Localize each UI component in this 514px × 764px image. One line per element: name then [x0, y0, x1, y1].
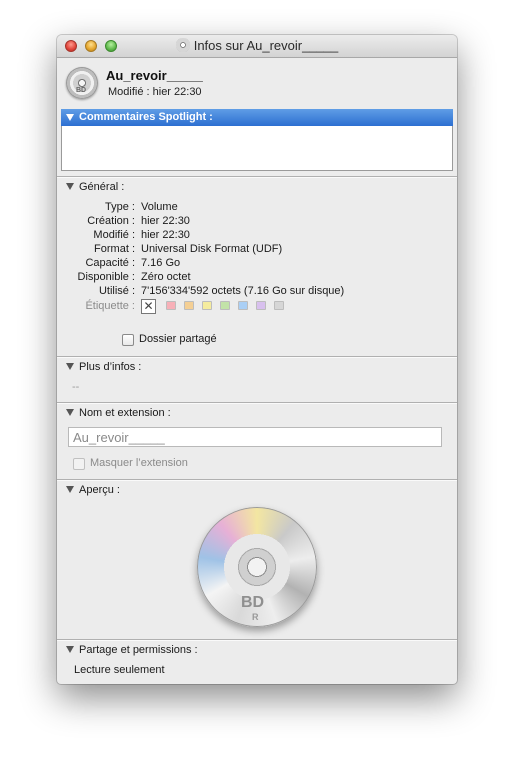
label-color-purple[interactable]	[256, 301, 266, 310]
shared-folder-label: Dossier partagé	[139, 333, 217, 345]
hide-extension-checkbox[interactable]	[73, 458, 85, 470]
label-color-key: Étiquette :	[85, 300, 135, 312]
disc-preview-label: BD	[241, 594, 265, 611]
info-row-type: Type : Volume	[57, 201, 457, 215]
disc-title-icon	[175, 38, 190, 52]
info-value: Universal Disk Format (UDF)	[141, 243, 283, 255]
disclosure-triangle-icon	[66, 486, 74, 493]
info-value: 7.16 Go	[141, 257, 181, 269]
preview-section-label: Aperçu :	[79, 484, 120, 496]
no-label-x-icon[interactable]: ✕	[141, 299, 156, 314]
label-color-yellow[interactable]	[202, 301, 212, 310]
title-bar[interactable]: Infos sur Au_revoir_____	[57, 35, 457, 58]
spotlight-section-label: Commentaires Spotlight :	[79, 111, 213, 123]
label-color-row: Étiquette : ✕	[57, 299, 457, 314]
name-input[interactable]: Au_revoir_____	[68, 427, 442, 447]
info-value: hier 22:30	[141, 215, 190, 227]
window-title-wrap: Infos sur Au_revoir_____	[57, 38, 457, 53]
general-section-label: Général :	[79, 181, 125, 193]
disc-icon-badge: BD	[76, 87, 87, 94]
info-key: Création :	[87, 215, 135, 227]
info-value: Volume	[141, 201, 178, 213]
info-row-capacity: Capacité : 7.16 Go	[57, 257, 457, 271]
shared-folder-checkbox[interactable]	[122, 334, 134, 346]
section-divider	[57, 639, 457, 641]
info-key: Type :	[105, 201, 135, 213]
more-info-section-header[interactable]: Plus d’infos :	[57, 359, 457, 376]
label-color-gray[interactable]	[274, 301, 284, 310]
label-color-blue[interactable]	[238, 301, 248, 310]
disc-preview-sub: R	[252, 612, 259, 622]
spotlight-comments-field[interactable]	[61, 126, 453, 171]
info-key: Capacité :	[85, 257, 135, 269]
bd-disc-icon	[66, 67, 98, 99]
disclosure-triangle-icon	[66, 183, 74, 190]
window-title: Infos sur Au_revoir_____	[193, 38, 339, 53]
preview-section-header[interactable]: Aperçu :	[57, 482, 457, 499]
sharing-section-label: Partage et permissions :	[79, 644, 198, 656]
info-key: Modifié :	[93, 229, 135, 241]
disclosure-triangle-icon	[66, 409, 74, 416]
name-ext-section-label: Nom et extension :	[79, 407, 171, 419]
section-divider	[57, 402, 457, 404]
disclosure-triangle-icon	[66, 363, 74, 370]
hide-extension-label: Masquer l’extension	[90, 457, 188, 469]
section-divider	[57, 356, 457, 358]
more-info-section-label: Plus d’infos :	[79, 361, 142, 373]
sharing-permission-value: Lecture seulement	[74, 664, 165, 676]
general-section-header[interactable]: Général :	[57, 179, 457, 196]
info-key: Disponible :	[77, 271, 135, 283]
file-header: BD Au_revoir_____ Modifié : hier 22:30	[57, 58, 457, 106]
info-value: hier 22:30	[141, 229, 190, 241]
label-color-green[interactable]	[220, 301, 230, 310]
info-value: Zéro octet	[141, 271, 191, 283]
modified-date: Modifié : hier 22:30	[108, 86, 202, 98]
info-row-available: Disponible : Zéro octet	[57, 271, 457, 285]
info-row-created: Création : hier 22:30	[57, 215, 457, 229]
file-name: Au_revoir_____	[106, 68, 203, 83]
info-key: Utilisé :	[98, 285, 135, 297]
section-divider	[57, 176, 457, 178]
disclosure-triangle-icon	[66, 646, 74, 653]
section-divider	[57, 479, 457, 481]
sharing-section-header[interactable]: Partage et permissions :	[57, 642, 457, 659]
info-window: Infos sur Au_revoir_____ BD Au_revoir___…	[57, 35, 457, 684]
label-color-red[interactable]	[166, 301, 176, 310]
name-ext-section-header[interactable]: Nom et extension :	[57, 405, 457, 422]
info-row-used: Utilisé : 7'156'334'592 octets (7.16 Go …	[57, 285, 457, 299]
spotlight-section-header[interactable]: Commentaires Spotlight :	[61, 109, 453, 126]
info-key: Format :	[94, 243, 135, 255]
info-row-modified: Modifié : hier 22:30	[57, 229, 457, 243]
disclosure-triangle-icon	[66, 114, 74, 121]
more-info-value: --	[72, 381, 80, 393]
info-value: 7'156'334'592 octets (7.16 Go sur disque…	[141, 285, 345, 297]
label-color-orange[interactable]	[184, 301, 194, 310]
info-row-format: Format : Universal Disk Format (UDF)	[57, 243, 457, 257]
